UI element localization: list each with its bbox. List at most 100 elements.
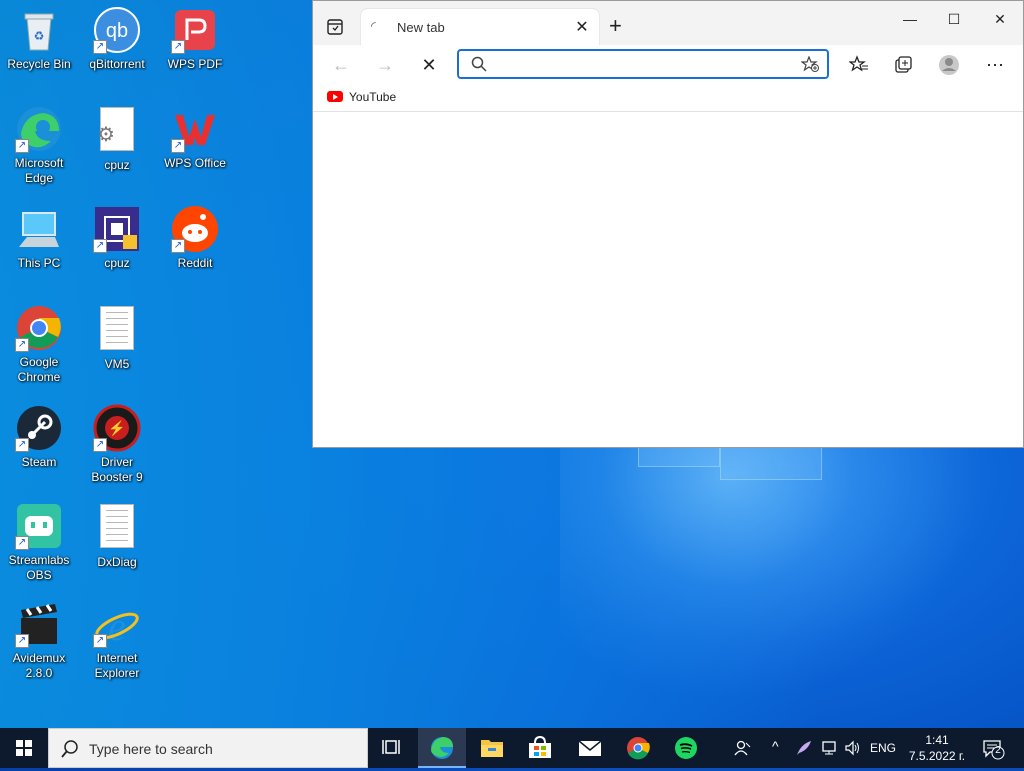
desktop-icon-avidemux[interactable]: ↗ Avidemux 2.8.0 xyxy=(2,600,76,681)
navigation-toolbar: ← → ✕ ⋯ xyxy=(313,45,1023,85)
new-tab-button[interactable]: + xyxy=(609,15,622,37)
taskbar-spotify[interactable] xyxy=(662,728,710,768)
edge-icon: ↗ xyxy=(15,105,63,153)
stop-loading-button[interactable]: ✕ xyxy=(415,53,443,77)
desktop-icon-microsoft-edge[interactable]: ↗ Microsoft Edge xyxy=(2,105,76,186)
steam-icon: ↗ xyxy=(15,404,63,452)
text-file-icon xyxy=(93,504,141,552)
bookmark-label: YouTube xyxy=(349,90,397,104)
more-options-icon[interactable]: ⋯ xyxy=(981,53,1009,77)
back-button[interactable]: ← xyxy=(327,53,355,77)
volume-icon[interactable] xyxy=(844,740,862,759)
desktop-icon-label: Streamlabs OBS xyxy=(8,553,70,582)
desktop-icon-wps-pdf[interactable]: ↗ WPS PDF xyxy=(158,6,232,72)
people-icon[interactable] xyxy=(734,740,752,759)
feather-icon[interactable] xyxy=(795,740,813,759)
forward-button[interactable]: → xyxy=(371,53,399,77)
desktop-icon-label: Avidemux 2.8.0 xyxy=(12,651,66,680)
desktop-icon-recycle-bin[interactable]: ♻ Recycle Bin xyxy=(2,6,76,72)
text-file-icon xyxy=(93,306,141,354)
svg-text:e: e xyxy=(108,604,126,648)
shortcut-arrow-icon: ↗ xyxy=(15,634,29,648)
edge-icon xyxy=(431,737,453,759)
desktop-icon-label: Steam xyxy=(21,455,57,469)
profile-avatar-icon[interactable] xyxy=(935,53,963,77)
add-favorite-icon[interactable] xyxy=(800,55,819,75)
action-center-button[interactable]: 2 xyxy=(982,738,1006,763)
shortcut-arrow-icon: ↗ xyxy=(15,338,29,352)
desktop-icon-label: Recycle Bin xyxy=(7,57,71,71)
input-language[interactable]: ENG xyxy=(870,741,896,755)
shortcut-arrow-icon: ↗ xyxy=(171,239,185,253)
desktop-icon-internet-explorer[interactable]: e ↗ Internet Explorer xyxy=(80,600,154,681)
qbittorrent-icon: qb ↗ xyxy=(93,6,141,54)
taskbar-edge[interactable] xyxy=(418,728,466,768)
address-bar[interactable] xyxy=(457,49,829,79)
taskbar-chrome[interactable] xyxy=(614,728,662,768)
desktop-icon-reddit[interactable]: ↗ Reddit xyxy=(158,205,232,271)
desktop-icon-label: qBittorrent xyxy=(89,57,145,71)
tab-actions-icon[interactable] xyxy=(327,19,343,35)
tab-new-tab[interactable]: ◜ New tab ✕ xyxy=(361,9,599,45)
task-view-button[interactable] xyxy=(368,728,416,768)
shortcut-arrow-icon: ↗ xyxy=(93,634,107,648)
clapperboard-icon: ↗ xyxy=(15,600,63,648)
svg-text:qb: qb xyxy=(106,20,128,42)
svg-text:⚡: ⚡ xyxy=(108,420,125,437)
desktop-icon-dxdiag[interactable]: DxDiag xyxy=(80,502,154,570)
favorites-icon[interactable] xyxy=(845,53,873,77)
desktop-icon-label: Microsoft Edge xyxy=(14,156,64,185)
taskbar-microsoft-store[interactable] xyxy=(516,728,564,768)
recycle-bin-icon: ♻ xyxy=(15,6,63,54)
desktop-icon-label: Google Chrome xyxy=(17,355,61,384)
close-tab-icon[interactable]: ✕ xyxy=(573,17,591,37)
desktop-icon-qbittorrent[interactable]: qb ↗ qBittorrent xyxy=(80,6,154,72)
search-placeholder: Type here to search xyxy=(89,741,213,757)
desktop-icon-label: This PC xyxy=(17,256,61,270)
desktop-icon-streamlabs-obs[interactable]: ↗ Streamlabs OBS xyxy=(2,502,76,583)
youtube-icon xyxy=(327,91,343,102)
computer-icon xyxy=(15,205,63,253)
edge-browser-window[interactable]: ◜ New tab ✕ + — ☐ ✕ ← → ✕ ⋯ YouTube xyxy=(312,0,1024,448)
desktop-icon-cpuz[interactable]: ↗ cpuz xyxy=(80,205,154,271)
shortcut-arrow-icon: ↗ xyxy=(15,536,29,550)
desktop-icon-wps-office[interactable]: ↗ WPS Office xyxy=(158,105,232,171)
chrome-icon xyxy=(627,737,650,760)
desktop-icon-label: Reddit xyxy=(177,256,213,270)
taskbar-search-box[interactable]: Type here to search xyxy=(48,728,368,768)
clock[interactable]: 1:41 7.5.2022 г. xyxy=(902,732,972,764)
taskbar-mail[interactable] xyxy=(566,728,614,768)
maximize-button[interactable]: ☐ xyxy=(931,7,977,31)
taskbar-file-explorer[interactable] xyxy=(468,728,516,768)
collections-icon[interactable] xyxy=(889,53,917,77)
chrome-icon: ↗ xyxy=(15,304,63,352)
wps-office-icon: ↗ xyxy=(171,105,219,153)
desktop-icon-label: Driver Booster 9 xyxy=(91,455,143,484)
desktop-icon-driver-booster[interactable]: ⚡ ↗ Driver Booster 9 xyxy=(80,404,154,485)
desktop-icon-this-pc[interactable]: This PC xyxy=(2,205,76,271)
shortcut-arrow-icon: ↗ xyxy=(93,40,107,54)
task-view-icon xyxy=(382,740,400,754)
streamlabs-icon: ↗ xyxy=(15,502,63,550)
search-icon xyxy=(471,56,487,75)
network-icon[interactable] xyxy=(820,740,838,759)
desktop-icon-label: WPS Office xyxy=(164,156,226,170)
minimize-button[interactable]: — xyxy=(887,7,933,31)
desktop-icon-google-chrome[interactable]: ↗ Google Chrome xyxy=(2,304,76,385)
title-bar[interactable]: ◜ New tab ✕ + — ☐ ✕ xyxy=(313,1,1023,45)
desktop-icon-cpuz-file[interactable]: ⚙ cpuz xyxy=(80,105,154,173)
shortcut-arrow-icon: ↗ xyxy=(171,139,185,153)
store-icon xyxy=(529,735,551,758)
bookmark-youtube[interactable]: YouTube xyxy=(327,90,396,104)
start-button[interactable] xyxy=(0,728,48,768)
cpuz-icon: ↗ xyxy=(93,205,141,253)
shortcut-arrow-icon: ↗ xyxy=(171,40,185,54)
show-hidden-icons-chevron-up-icon[interactable]: ^ xyxy=(772,738,779,754)
notification-count: 2 xyxy=(995,745,1001,756)
close-window-button[interactable]: ✕ xyxy=(977,7,1023,31)
desktop-icon-label: cpuz xyxy=(104,256,130,270)
desktop-icon-steam[interactable]: ↗ Steam xyxy=(2,404,76,470)
search-icon xyxy=(61,740,79,761)
page-content xyxy=(313,112,1023,442)
desktop-icon-vm5[interactable]: VM5 xyxy=(80,304,154,372)
